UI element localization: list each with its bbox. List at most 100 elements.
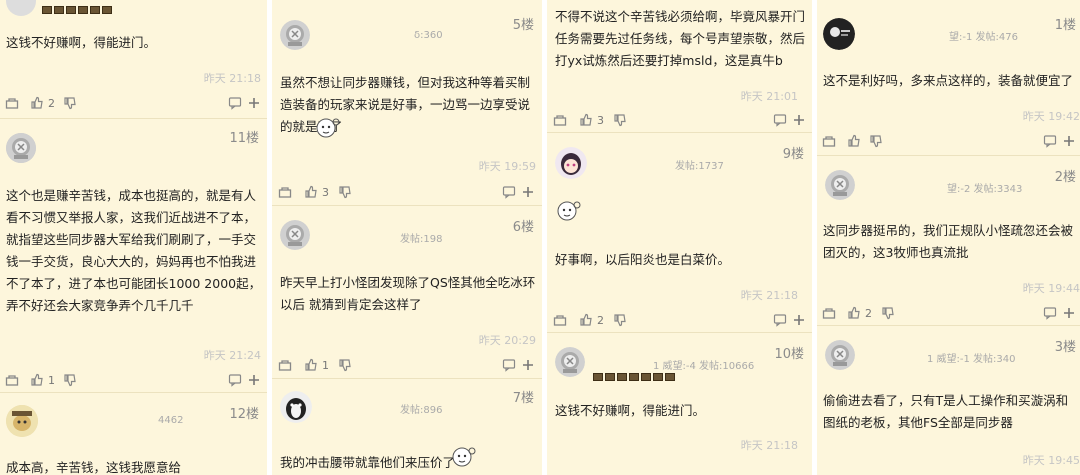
- like-button[interactable]: [847, 130, 865, 152]
- more-button[interactable]: [248, 369, 260, 391]
- like-button[interactable]: 2: [579, 309, 604, 331]
- plus-icon: [523, 187, 533, 197]
- plus-icon: [794, 315, 804, 325]
- thread-column-3: 不得不说这个辛苦钱必须给啊，毕竟风暴开门任务需要先过任务线，每个号声望崇敬，然后…: [547, 0, 812, 475]
- sticker-emoji-icon: [314, 116, 340, 140]
- reply-text: 这个也是赚辛苦钱，成本也挺高的，就是有人看不习惯又举报人家，这我们近战进不了本，…: [6, 188, 262, 313]
- avatar[interactable]: [280, 391, 312, 423]
- dislike-button[interactable]: [869, 130, 883, 152]
- plus-icon: [1064, 308, 1074, 318]
- comment-icon: [1043, 307, 1057, 320]
- avatar[interactable]: [825, 170, 855, 200]
- avatar[interactable]: [823, 18, 855, 50]
- floor-number: 10楼: [774, 347, 804, 362]
- share-icon: [278, 360, 292, 371]
- more-button[interactable]: [248, 92, 260, 114]
- more-button[interactable]: [522, 181, 534, 203]
- reply-actions: [817, 130, 1080, 156]
- reply-text: 这同步器挺吊的，我们正规队小怪疏忽还会被团灭的，这3牧师也真流批: [823, 223, 1074, 260]
- comment-icon: [773, 314, 787, 327]
- plus-icon: [249, 98, 259, 108]
- like-button[interactable]: 3: [304, 181, 329, 203]
- thumb-up-icon: [31, 373, 43, 386]
- dog-avatar-icon: [280, 391, 312, 423]
- like-count: 1: [322, 358, 329, 372]
- floor-number: 2楼: [1054, 170, 1076, 185]
- thumb-up-icon: [848, 134, 860, 147]
- avatar[interactable]: [6, 133, 36, 163]
- reply-time: 昨天 19:42: [1022, 110, 1080, 123]
- reply-time: 昨天 21:18: [740, 439, 798, 452]
- comment-icon: [773, 114, 787, 127]
- avatar[interactable]: [280, 20, 310, 50]
- default-avatar-icon: [825, 340, 855, 370]
- avatar[interactable]: [6, 405, 38, 437]
- comment-icon: [502, 186, 516, 199]
- like-button[interactable]: 1: [304, 354, 329, 376]
- reply-post: 不得不说这个辛苦钱必须给啊，毕竟风暴开门任务需要先过任务线，每个号声望崇敬，然后…: [547, 0, 812, 132]
- comment-button[interactable]: [1043, 130, 1057, 152]
- thumb-down-icon: [339, 359, 351, 372]
- reply-text: 成本高，辛苦钱，这钱我愿意给: [6, 460, 182, 475]
- like-button[interactable]: 1: [30, 369, 55, 391]
- like-count: 2: [597, 313, 604, 327]
- reply-post: 这钱不好赚啊，得能进门。 昨天 21:18 2: [0, 0, 267, 118]
- share-button[interactable]: [278, 181, 292, 203]
- user-meta: 发帖:1737: [675, 161, 724, 172]
- comment-button[interactable]: [228, 92, 242, 114]
- share-button[interactable]: [553, 309, 567, 331]
- share-icon: [553, 115, 567, 126]
- like-button[interactable]: 3: [579, 109, 604, 131]
- comment-button[interactable]: [502, 354, 516, 376]
- dislike-button[interactable]: [613, 309, 627, 331]
- dislike-button[interactable]: [338, 354, 352, 376]
- reply-post: 发帖:1737 9楼 好事啊，以后阳炎也是白菜价。 昨天 21:18 2: [547, 132, 812, 332]
- comment-icon: [1043, 135, 1057, 148]
- avatar[interactable]: [555, 147, 587, 179]
- reply-time: 昨天 21:18: [740, 289, 798, 302]
- comment-button[interactable]: [773, 109, 787, 131]
- dislike-button[interactable]: [63, 369, 77, 391]
- default-avatar-icon: [280, 20, 310, 50]
- thumb-down-icon: [882, 307, 894, 320]
- default-avatar-icon: [555, 347, 585, 377]
- reply-actions: 2: [0, 92, 267, 118]
- share-button[interactable]: [553, 109, 567, 131]
- thumb-down-icon: [64, 97, 76, 110]
- comment-button[interactable]: [502, 181, 516, 203]
- sticker-emoji-icon: [555, 199, 581, 223]
- comment-button[interactable]: [228, 369, 242, 391]
- share-button[interactable]: [278, 354, 292, 376]
- reply-post: 1 威望:-1 发帖:340 3楼 偷偷进去看了，只有T是人工操作和买漩涡和图纸…: [817, 325, 1080, 475]
- avatar[interactable]: [280, 220, 310, 250]
- thread-column-4: 望:-1 发帖:476 1楼 这不是利好吗，多来点这样的，装备就便宜了 昨天 1…: [817, 0, 1080, 475]
- share-button[interactable]: [822, 302, 836, 324]
- avatar[interactable]: [825, 340, 855, 370]
- user-meta: 1 威望:-4 发帖:10666: [653, 361, 755, 372]
- dislike-button[interactable]: [63, 92, 77, 114]
- share-button[interactable]: [822, 130, 836, 152]
- like-count: 1: [48, 373, 55, 387]
- user-meta: 发帖:896: [400, 405, 443, 416]
- like-button[interactable]: 2: [30, 92, 55, 114]
- avatar[interactable]: [555, 347, 585, 377]
- more-button[interactable]: [522, 354, 534, 376]
- comment-button[interactable]: [1043, 302, 1057, 324]
- like-button[interactable]: 2: [847, 302, 872, 324]
- more-button[interactable]: [793, 109, 805, 131]
- dislike-button[interactable]: [881, 302, 895, 324]
- reply-actions: 3: [272, 181, 542, 207]
- floor-number: 3楼: [1054, 340, 1076, 355]
- share-button[interactable]: [5, 92, 19, 114]
- dislike-button[interactable]: [613, 109, 627, 131]
- more-button[interactable]: [1063, 130, 1075, 152]
- user-meta: δ:360: [414, 30, 443, 41]
- share-button[interactable]: [5, 369, 19, 391]
- avatar[interactable]: [6, 0, 36, 16]
- reply-actions: 1: [272, 354, 542, 380]
- more-button[interactable]: [793, 309, 805, 331]
- more-button[interactable]: [1063, 302, 1075, 324]
- dislike-button[interactable]: [338, 181, 352, 203]
- comment-button[interactable]: [773, 309, 787, 331]
- reply-post: 望:-1 发帖:476 1楼 这不是利好吗，多来点这样的，装备就便宜了 昨天 1…: [817, 0, 1080, 155]
